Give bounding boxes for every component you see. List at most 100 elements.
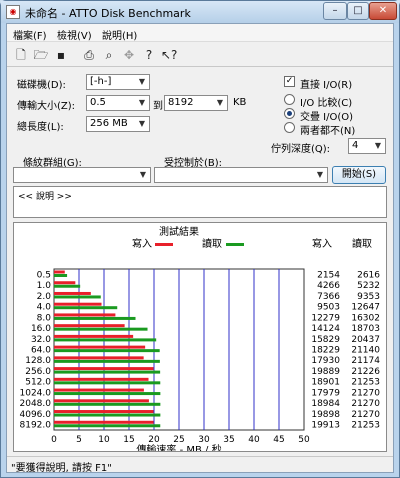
y-tick-label: 128.0 (25, 356, 51, 366)
write-bar (54, 291, 91, 295)
new-file-icon[interactable]: 🗋 (13, 47, 29, 63)
stripe-group-select[interactable]: ▼ (13, 167, 151, 183)
read-bar (54, 316, 136, 320)
direct-io-checkbox[interactable]: ✓ (284, 76, 295, 87)
x-axis-label: 傳輸速率 - MB / 秒 (136, 443, 221, 451)
x-tick-label: 25 (173, 435, 184, 445)
y-tick-label: 32.0 (31, 335, 51, 345)
write-bar (54, 420, 154, 424)
y-tick-label: 4.0 (37, 303, 52, 313)
write-bar (54, 356, 144, 360)
read-bar (54, 392, 161, 396)
overlapped-io-radio[interactable] (284, 108, 295, 119)
total-length-select[interactable]: 256 MB ▼ (86, 116, 150, 132)
context-help-icon[interactable]: ↖? (161, 47, 177, 63)
title-bar[interactable]: ◉ 未命名 - ATTO Disk Benchmark – □ ✕ (1, 1, 399, 23)
total-length-value: 256 MB (90, 118, 128, 129)
chevron-down-icon: ▼ (138, 77, 146, 86)
start-button[interactable]: 開始(S) (332, 166, 386, 184)
legend-read-swatch (226, 243, 244, 246)
minimize-button[interactable]: – (323, 2, 347, 20)
queue-depth-select[interactable]: 4 ▼ (348, 138, 386, 154)
x-tick-label: 50 (298, 435, 310, 445)
read-bar (54, 306, 118, 310)
legend-read-label: 讀取 (202, 237, 222, 250)
chevron-down-icon: ▼ (138, 98, 146, 107)
transfer-unit-label: KB (233, 97, 247, 108)
close-button[interactable]: ✕ (369, 2, 397, 20)
app-icon[interactable]: ◉ (6, 5, 20, 19)
menu-file[interactable]: 檔案(F) (13, 27, 47, 42)
move-icon[interactable]: ✥ (121, 47, 137, 63)
menu-help[interactable]: 說明(H) (102, 27, 137, 42)
read-bar (54, 295, 101, 299)
io-compare-label: I/O 比較(C) (300, 98, 353, 109)
io-compare-radio[interactable] (284, 94, 295, 105)
menu-bar: 檔案(F) 檢視(V) 說明(H) (7, 24, 393, 42)
x-tick-label: 15 (123, 435, 134, 445)
read-bar (54, 370, 161, 374)
neither-radio[interactable] (284, 122, 295, 133)
app-window: ◉ 未命名 - ATTO Disk Benchmark – □ ✕ 檔案(F) … (0, 0, 400, 478)
chevron-down-icon: ▼ (216, 98, 224, 107)
write-value-label: 7366 (317, 292, 340, 302)
x-tick-label: 5 (76, 435, 82, 445)
read-value-label: 21270 (351, 399, 380, 409)
write-bar (54, 388, 144, 392)
write-bar (54, 313, 116, 317)
drive-value: [-h-] (90, 76, 112, 87)
read-bar (54, 338, 157, 342)
y-tick-label: 64.0 (31, 346, 51, 356)
save-icon[interactable]: ▪ (53, 47, 69, 63)
write-value-label: 4266 (317, 281, 340, 291)
y-tick-label: 2048.0 (20, 399, 52, 409)
description-box[interactable]: << 說明 >> (13, 186, 387, 218)
transfer-from-select[interactable]: 0.5 ▼ (86, 95, 150, 111)
read-value-label: 21226 (351, 367, 380, 377)
read-value-label: 21253 (351, 378, 380, 388)
legend-write-label: 寫入 (132, 237, 152, 250)
status-bar: "要獲得說明, 請按 F1" (7, 456, 393, 474)
read-column-header: 讀取 (352, 237, 372, 250)
write-value-label: 18901 (311, 378, 340, 388)
results-panel: 測試結果 寫入 讀取 寫入 讀取 0 5 10 15 20 25 30 35 40 45 50 傳輸速率 - M… (13, 222, 387, 456)
x-tick-label: 30 (198, 435, 210, 445)
menu-view[interactable]: 檢視(V) (57, 27, 92, 42)
print-preview-icon[interactable]: ⌕ (101, 47, 117, 63)
x-tick-label: 35 (223, 435, 234, 445)
x-tick-label: 0 (51, 435, 57, 445)
queue-depth-label: 佇列深度(Q): (271, 144, 331, 155)
write-bar (54, 281, 76, 285)
controlled-by-select[interactable]: ▼ (154, 167, 328, 183)
transfer-to-value: 8192 (168, 97, 194, 108)
write-value-label: 18229 (311, 346, 340, 356)
read-value-label: 21174 (351, 356, 380, 366)
read-value-label: 9353 (357, 292, 380, 302)
read-value-label: 20437 (351, 335, 380, 345)
write-bar (54, 367, 154, 371)
write-value-label: 14124 (311, 324, 340, 334)
write-bar (54, 324, 125, 328)
maximize-button[interactable]: □ (347, 2, 369, 20)
write-bar (54, 399, 149, 403)
write-bar (54, 334, 134, 338)
chevron-down-icon: ▼ (374, 141, 382, 150)
y-tick-label: 16.0 (31, 324, 51, 334)
transfer-to-select[interactable]: 8192 ▼ (164, 95, 228, 111)
transfer-from-value: 0.5 (90, 97, 106, 108)
y-tick-label: 512.0 (25, 378, 51, 388)
print-icon[interactable]: ⎙ (81, 47, 97, 63)
write-value-label: 18984 (311, 399, 340, 409)
total-length-label: 總長度(L): (17, 122, 64, 133)
y-tick-label: 1.0 (37, 281, 52, 291)
read-value-label: 2616 (357, 270, 380, 280)
read-bar (54, 327, 148, 331)
read-bar (54, 349, 160, 353)
window-title: 未命名 - ATTO Disk Benchmark (25, 7, 191, 20)
drive-select[interactable]: [-h-] ▼ (86, 74, 150, 90)
write-bar (54, 302, 102, 306)
open-folder-icon[interactable]: 🗁 (33, 47, 49, 63)
help-icon[interactable]: ? (141, 47, 157, 63)
x-tick-label: 45 (273, 435, 284, 445)
y-tick-label: 0.5 (37, 270, 51, 280)
